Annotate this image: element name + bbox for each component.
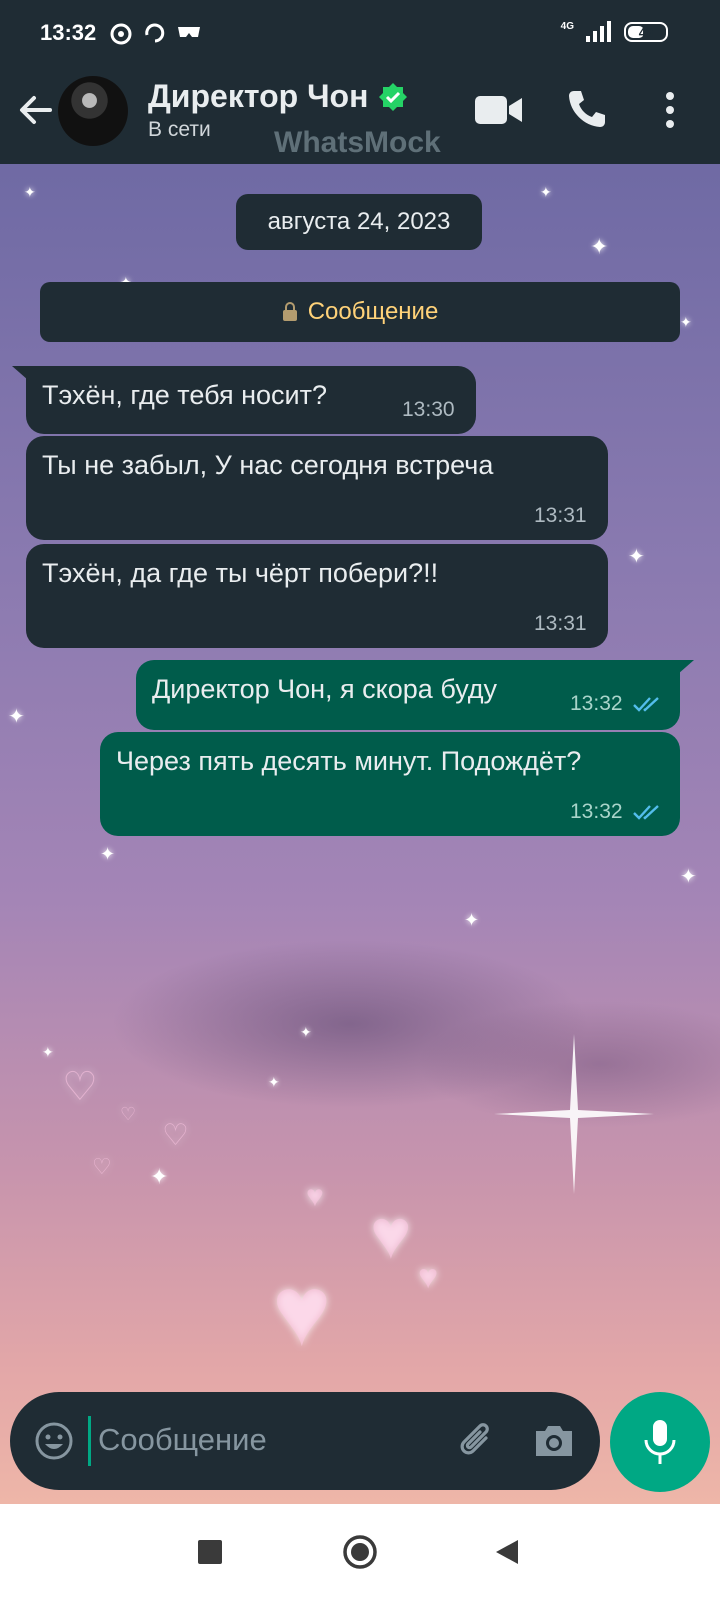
bubble-tail — [678, 660, 694, 674]
wallpaper-star: ✦ — [628, 546, 645, 568]
wallpaper-heart: ♥ — [418, 1258, 439, 1296]
wallpaper-star: ✦ — [680, 866, 697, 888]
video-call-icon[interactable] — [474, 92, 524, 128]
wallpaper-star: ✦ — [590, 234, 609, 259]
message-text: Тэхён, да где ты чёрт побери?!! — [42, 558, 439, 588]
phone-call-icon[interactable] — [566, 88, 608, 130]
mask-icon — [178, 27, 200, 37]
watermark: WhatsMock — [274, 126, 441, 159]
message-bubble-outgoing[interactable]: Через пять десять минут. Подождёт? 13:32 — [100, 732, 680, 836]
chat-area[interactable]: ✦ ✦ ✦ ✦ ✦ ✦ ✦ ✦ ✦ ✦ ✦ ✦ ✦ ✦ ✦ ♡ ♡ ♡ ♡ ♥ … — [0, 164, 720, 1504]
message-bubble-outgoing[interactable]: Директор Чон, я скора буду 13:32 — [136, 660, 694, 730]
lock-icon — [282, 302, 297, 321]
message-text: Через пять десять минут. Подождёт? — [116, 746, 582, 776]
nav-back-icon[interactable] — [494, 1538, 520, 1566]
wallpaper-heart: ♡ — [120, 1104, 137, 1124]
more-vert-icon[interactable] — [660, 88, 680, 132]
message-composer: Сообщение — [10, 1392, 600, 1490]
wallpaper-star: ✦ — [100, 844, 116, 864]
battery-icon: 49 — [624, 22, 668, 42]
back-arrow-icon[interactable] — [14, 88, 58, 132]
wallpaper-sparkle — [494, 1034, 654, 1194]
network-type: 4G — [560, 20, 574, 32]
avatar[interactable] — [58, 76, 128, 146]
verified-icon — [379, 82, 408, 111]
message-bubble-incoming[interactable]: Ты не забыл, У нас сегодня встреча 13:31 — [26, 436, 608, 540]
read-receipt-icon — [633, 805, 659, 820]
message-time: 13:32 — [570, 692, 623, 715]
wallpaper-star: ✦ — [268, 1074, 280, 1090]
battery-level: 49 — [638, 24, 654, 40]
wallpaper-star: ✦ — [540, 184, 552, 200]
message-time: 13:30 — [402, 398, 455, 421]
status-right: 4G 49 — [561, 20, 668, 44]
chat-header: Директор Чон В сети WhatsMock — [0, 68, 720, 164]
encryption-notice-text: Сообщение — [307, 298, 439, 325]
message-bubble-incoming[interactable]: Тэхён, да где ты чёрт побери?!! 13:31 — [26, 544, 608, 648]
message-bubble-incoming[interactable]: Тэхён, где тебя носит? 13:30 — [12, 366, 476, 434]
wallpaper-star: ✦ — [300, 1024, 312, 1040]
sync-icon — [145, 23, 165, 43]
mic-icon — [644, 1420, 676, 1464]
wallpaper-star: ✦ — [680, 314, 692, 330]
status-bar: 13:32 4G 49 — [0, 0, 720, 68]
wallpaper-heart: ♥ — [306, 1180, 324, 1213]
date-divider: августа 24, 2023 — [236, 194, 482, 250]
status-time: 13:32 — [40, 20, 97, 45]
wallpaper-heart: ♡ — [62, 1065, 98, 1109]
wallpaper-star: ✦ — [464, 910, 480, 930]
wallpaper-star: ✦ — [150, 1164, 169, 1189]
chat-screen: 13:32 4G 49 Директор Чон В сети WhatsMoc… — [0, 0, 720, 1600]
message-text: Ты не забыл, У нас сегодня встреча — [42, 450, 494, 480]
message-text: Директор Чон, я скора буду — [152, 674, 498, 704]
encryption-notice[interactable]: Сообщение — [40, 282, 680, 342]
recents-icon[interactable] — [198, 1540, 222, 1564]
message-input[interactable]: Сообщение — [98, 1422, 267, 1458]
date-label: августа 24, 2023 — [267, 208, 451, 235]
system-nav-bar — [0, 1504, 720, 1600]
wallpaper-star: ✦ — [24, 184, 36, 200]
read-receipt-icon — [633, 697, 659, 712]
wallpaper-heart: ♥ — [370, 1195, 412, 1273]
status-notification-icons — [108, 20, 202, 46]
message-time: 13:31 — [534, 504, 587, 527]
wallpaper-star: ✦ — [8, 706, 25, 728]
attach-icon[interactable] — [456, 1420, 498, 1464]
contact-name-row[interactable]: Директор Чон — [148, 78, 408, 115]
contact-name: Директор Чон — [148, 78, 369, 114]
wallpaper-heart: ♡ — [92, 1154, 112, 1179]
contact-status: В сети — [148, 118, 211, 141]
wallpaper-heart: ♥ — [272, 1255, 332, 1367]
text-caret — [88, 1416, 91, 1466]
voice-record-button[interactable] — [610, 1392, 710, 1492]
signal-icon — [586, 21, 611, 42]
message-time: 13:31 — [534, 612, 587, 635]
bubble-tail — [12, 366, 28, 380]
message-text: Тэхён, где тебя носит? — [42, 380, 327, 410]
wallpaper-star: ✦ — [42, 1044, 54, 1060]
wallpaper-heart: ♡ — [162, 1119, 189, 1152]
hotspot-icon — [110, 23, 132, 45]
camera-icon[interactable] — [532, 1422, 576, 1460]
home-icon[interactable] — [342, 1534, 378, 1570]
message-time: 13:32 — [570, 800, 623, 823]
emoji-icon[interactable] — [34, 1421, 74, 1461]
